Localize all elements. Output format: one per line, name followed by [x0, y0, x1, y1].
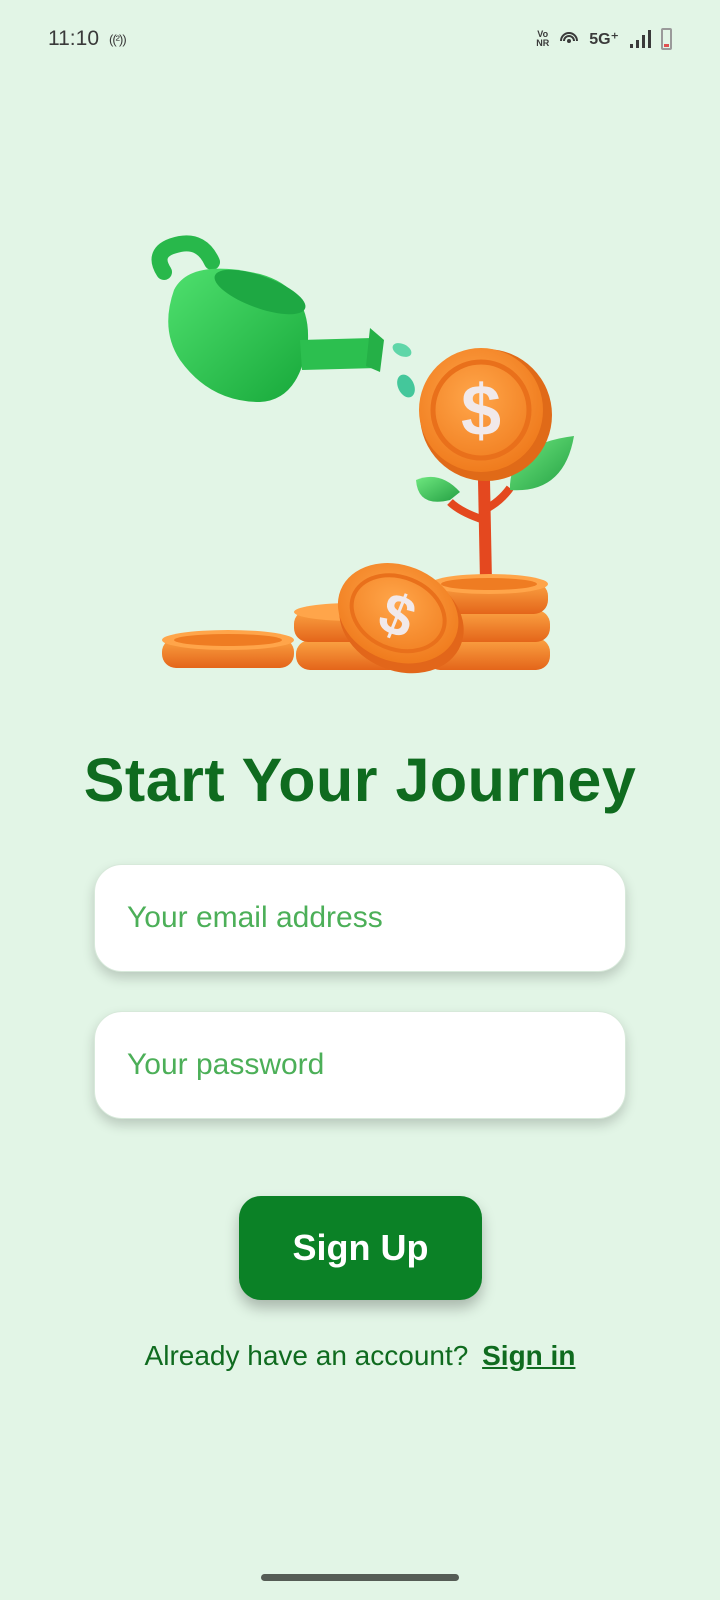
- network-type: 5G⁺: [589, 31, 619, 48]
- vonr-bottom: NR: [536, 38, 550, 48]
- status-bar: 11:10 ((²)) Vo NR 5G⁺: [0, 0, 720, 78]
- money-plant-icon: $: [416, 348, 574, 583]
- battery-icon: [661, 28, 672, 50]
- page-title: Start Your Journey: [83, 746, 637, 814]
- coin-stack-icon: $: [162, 563, 550, 674]
- status-right: Vo NR 5G⁺: [536, 28, 672, 50]
- signal-icon: [630, 30, 651, 48]
- money-growth-illustration: $ $: [151, 235, 574, 674]
- water-drops: [392, 343, 415, 398]
- wifi-calling-icon: [560, 32, 579, 43]
- hotspot-icon: ((²)): [109, 31, 127, 47]
- watering-can-icon: [151, 235, 384, 402]
- vonr-icon: Vo NR: [536, 30, 549, 48]
- signup-button[interactable]: Sign Up: [239, 1196, 482, 1300]
- status-time: 11:10: [48, 27, 99, 50]
- signup-screen: 11:10 ((²)) Vo NR 5G⁺ $ $ Start Your Jou…: [0, 0, 720, 1600]
- signin-link[interactable]: Sign in: [482, 1340, 575, 1371]
- status-left: 11:10 ((²)): [48, 27, 127, 51]
- password-field-container[interactable]: [94, 1011, 626, 1119]
- email-field-container[interactable]: [94, 864, 626, 972]
- home-indicator[interactable]: [261, 1574, 459, 1581]
- svg-text:$: $: [461, 371, 501, 451]
- password-input[interactable]: [127, 1048, 625, 1082]
- signin-prompt: Already have an account?: [144, 1340, 469, 1371]
- email-input[interactable]: [127, 901, 625, 935]
- signin-row: Already have an account? Sign in: [0, 1340, 720, 1372]
